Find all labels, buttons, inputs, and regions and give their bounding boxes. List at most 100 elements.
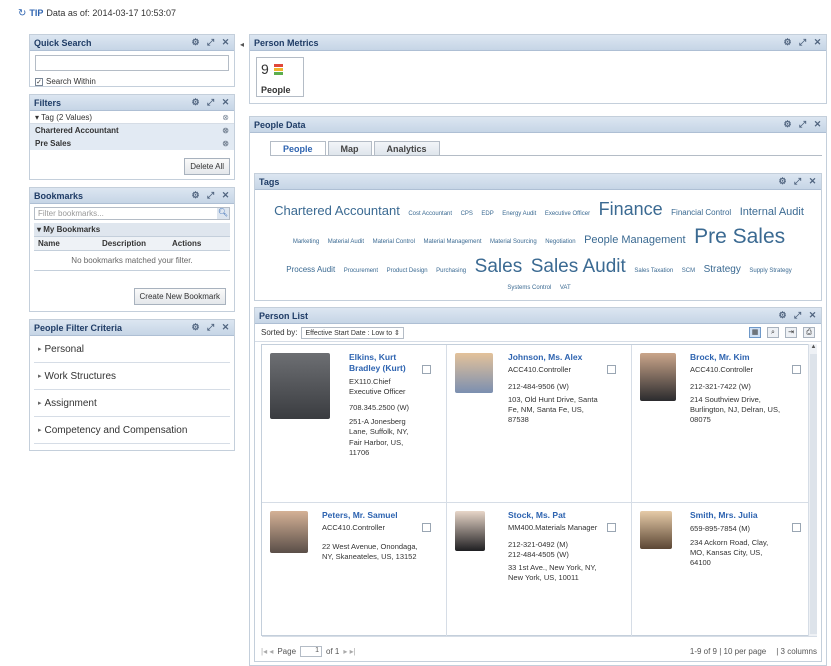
person-name-link[interactable]: Elkins, Kurt Bradley (Kurt) xyxy=(349,352,411,375)
tag-link[interactable]: Supply Strategy xyxy=(749,268,791,274)
expand-icon[interactable]: ⤢ xyxy=(798,37,807,48)
next-page-icon[interactable]: ▸ ▸| xyxy=(343,647,355,656)
person-name-link[interactable]: Brock, Mr. Kim xyxy=(690,352,782,363)
close-icon[interactable]: ✕ xyxy=(813,37,822,48)
gear-icon[interactable]: ⚙ xyxy=(778,176,787,187)
tag-link[interactable]: Purchasing xyxy=(436,268,466,274)
tag-link[interactable]: Procurement xyxy=(344,268,378,274)
person-select-checkbox[interactable] xyxy=(607,523,616,532)
gear-icon[interactable]: ⚙ xyxy=(191,97,200,108)
person-list-scrollbar[interactable]: ▲ xyxy=(808,344,817,636)
tag-link[interactable]: Strategy xyxy=(704,264,741,275)
bookmark-filter-input[interactable]: Filter bookmarks... 🔍︎ xyxy=(34,207,230,220)
tag-link[interactable]: Material Audit xyxy=(328,239,364,245)
collapse-left-pane-icon[interactable]: ◂ xyxy=(240,40,246,54)
person-name-link[interactable]: Stock, Ms. Pat xyxy=(508,510,604,521)
filter-criteria-work-structures[interactable]: ▸ Work Structures xyxy=(34,363,230,390)
close-icon[interactable]: ✕ xyxy=(221,190,230,201)
tag-link[interactable]: People Management xyxy=(584,234,686,246)
filter-criteria-assignment[interactable]: ▸ Assignment xyxy=(34,390,230,417)
print-icon[interactable]: ⎙ xyxy=(803,327,815,338)
gear-icon[interactable]: ⚙ xyxy=(778,310,787,321)
tab-analytics[interactable]: Analytics xyxy=(373,141,440,155)
remove-filter-icon[interactable]: ⊗ xyxy=(222,113,229,122)
close-icon[interactable]: ✕ xyxy=(221,37,230,48)
gear-icon[interactable]: ⚙ xyxy=(783,37,792,48)
person-photo[interactable] xyxy=(270,511,308,553)
tag-link[interactable]: Systems Control xyxy=(507,285,551,291)
column-header-description[interactable]: Description xyxy=(98,239,168,248)
first-page-icon[interactable]: |◂ ◂ xyxy=(261,647,273,656)
tag-link[interactable]: Sales Taxation xyxy=(634,268,673,274)
tag-link[interactable]: Executive Officer xyxy=(545,211,590,217)
search-within-checkbox[interactable]: ✓ xyxy=(35,77,43,86)
tag-link[interactable]: Financial Control xyxy=(671,208,731,217)
close-icon[interactable]: ✕ xyxy=(221,97,230,108)
tag-link[interactable]: CPS xyxy=(461,211,473,217)
export-icon[interactable]: ⇥ xyxy=(785,327,797,338)
expand-icon[interactable]: ⤢ xyxy=(798,119,807,130)
columns-selector[interactable]: | 3 columns xyxy=(776,647,817,656)
person-photo[interactable] xyxy=(270,353,330,419)
column-header-name[interactable]: Name xyxy=(34,239,98,248)
gear-icon[interactable]: ⚙ xyxy=(191,37,200,48)
expand-icon[interactable]: ⤢ xyxy=(793,176,802,187)
tag-link[interactable]: Internal Audit xyxy=(740,206,804,218)
tag-link[interactable]: Sales xyxy=(475,256,523,277)
person-select-checkbox[interactable] xyxy=(792,523,801,532)
tag-link[interactable]: Finance xyxy=(599,199,663,219)
person-select-checkbox[interactable] xyxy=(792,365,801,374)
tag-link[interactable]: SCM xyxy=(682,268,695,274)
close-icon[interactable]: ✕ xyxy=(808,176,817,187)
person-name-link[interactable]: Peters, Mr. Samuel xyxy=(322,510,422,521)
people-count-tile[interactable]: 9 People xyxy=(256,57,304,97)
remove-filter-icon[interactable]: ⊗ xyxy=(222,139,229,148)
grid-view-icon[interactable]: ▦ xyxy=(749,327,761,338)
tab-map[interactable]: Map xyxy=(327,141,372,155)
tag-link[interactable]: EDP xyxy=(481,211,493,217)
quick-search-input[interactable] xyxy=(35,55,229,71)
expand-icon[interactable]: ⤢ xyxy=(206,97,215,108)
close-icon[interactable]: ✕ xyxy=(813,119,822,130)
tag-link[interactable]: Process Audit xyxy=(286,265,335,274)
page-number-input[interactable]: 1 xyxy=(300,645,323,657)
my-bookmarks-group[interactable]: ▾ My Bookmarks xyxy=(34,223,230,236)
filter-tag-group[interactable]: ▾ Tag (2 Values) ⊗ xyxy=(30,111,234,124)
search-icon[interactable]: 🔍︎ xyxy=(217,208,229,219)
expand-icon[interactable]: ⤢ xyxy=(206,190,215,201)
results-summary[interactable]: 1-9 of 9 | 10 per page xyxy=(690,647,766,656)
tag-link[interactable]: Material Control xyxy=(373,239,415,245)
person-photo[interactable] xyxy=(640,353,676,401)
person-select-checkbox[interactable] xyxy=(422,365,431,374)
person-select-checkbox[interactable] xyxy=(607,365,616,374)
tag-link[interactable]: Pre Sales xyxy=(694,225,785,248)
expand-icon[interactable]: ⤢ xyxy=(206,322,215,333)
filter-criteria-competency[interactable]: ▸ Competency and Compensation xyxy=(34,417,230,444)
scrollbar-thumb[interactable] xyxy=(810,354,817,634)
tag-link[interactable]: Material Management xyxy=(423,239,481,245)
gear-icon[interactable]: ⚙ xyxy=(783,119,792,130)
expand-icon[interactable]: ⤢ xyxy=(793,310,802,321)
person-name-link[interactable]: Johnson, Ms. Alex xyxy=(508,352,600,363)
tag-link[interactable]: Sales Audit xyxy=(531,256,626,277)
delete-all-button[interactable]: Delete All xyxy=(184,158,230,175)
tag-link[interactable]: Negotiation xyxy=(545,239,575,245)
tag-link[interactable]: Marketing xyxy=(293,239,319,245)
remove-filter-icon[interactable]: ⊗ xyxy=(222,126,229,135)
person-photo[interactable] xyxy=(640,511,672,549)
scroll-up-icon[interactable]: ▲ xyxy=(809,344,818,353)
zoom-icon[interactable]: ⌕ xyxy=(767,327,779,338)
column-header-actions[interactable]: Actions xyxy=(168,239,201,248)
tip-refresh-icon[interactable]: ↻ xyxy=(18,8,26,19)
filter-criteria-personal[interactable]: ▸ Personal xyxy=(34,336,230,363)
sort-select[interactable]: Effective Start Date : Low to ⇕ xyxy=(301,326,404,339)
tag-link[interactable]: Energy Audit xyxy=(502,211,536,217)
tag-link[interactable]: Product Design xyxy=(387,268,428,274)
person-photo[interactable] xyxy=(455,511,485,551)
gear-icon[interactable]: ⚙ xyxy=(191,322,200,333)
tag-link[interactable]: Cost Accountant xyxy=(408,211,452,217)
close-icon[interactable]: ✕ xyxy=(221,322,230,333)
create-new-bookmark-button[interactable]: Create New Bookmark xyxy=(133,288,226,305)
tag-link[interactable]: VAT xyxy=(560,285,571,291)
close-icon[interactable]: ✕ xyxy=(808,310,817,321)
